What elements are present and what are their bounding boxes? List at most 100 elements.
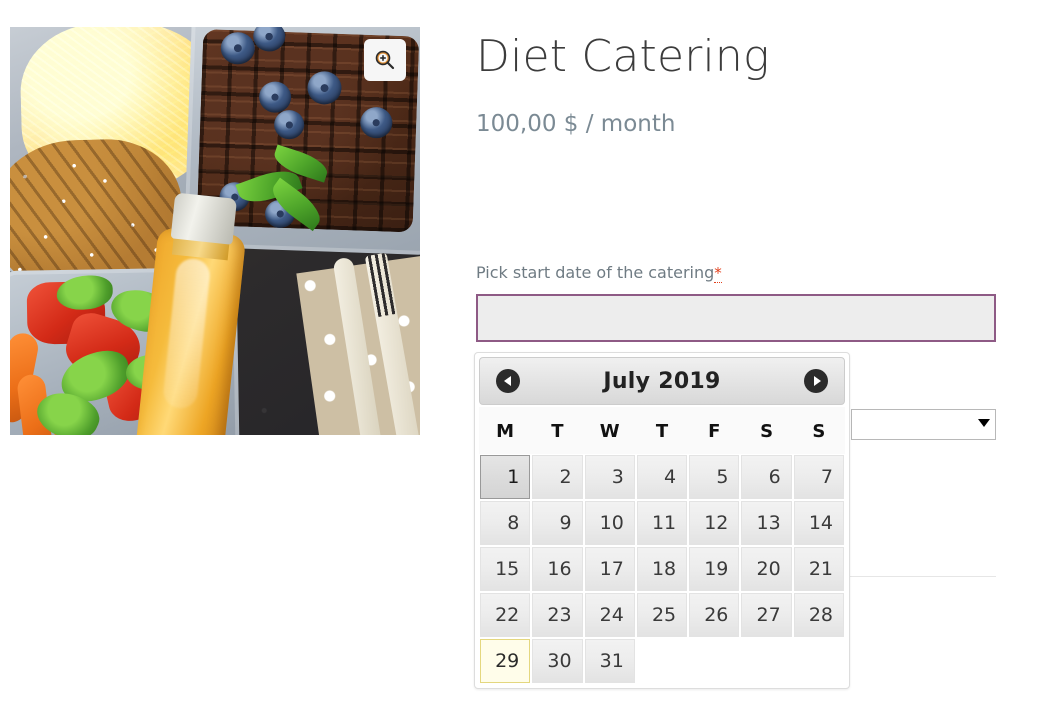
datepicker-prev-month-button[interactable]: [496, 369, 520, 393]
datepicker-day-8[interactable]: 8: [480, 501, 531, 545]
datepicker-cell: 29: [479, 638, 531, 684]
datepicker-day-22[interactable]: 22: [480, 593, 531, 637]
variation-select[interactable]: [851, 409, 996, 440]
datepicker-week-row: 29 30 31: [479, 638, 845, 684]
start-date-input[interactable]: [476, 294, 996, 342]
datepicker-next-month-button[interactable]: [804, 369, 828, 393]
chevron-right-icon: [813, 376, 821, 386]
datepicker-weekday-row: MTWTFSS: [479, 407, 845, 454]
datepicker-cell: 11: [636, 500, 688, 546]
datepicker-cell: 28: [793, 592, 845, 638]
datepicker-day-13[interactable]: 13: [741, 501, 792, 545]
datepicker-cell: 3: [584, 454, 636, 500]
datepicker-cell: 6: [740, 454, 792, 500]
datepicker-day-2[interactable]: 2: [532, 455, 583, 499]
datepicker-day-15[interactable]: 15: [480, 547, 531, 591]
datepicker-cell: 21: [793, 546, 845, 592]
datepicker-day-12[interactable]: 12: [689, 501, 740, 545]
datepicker-week-row: 8 9 10 11 12 13 14: [479, 500, 845, 546]
datepicker-empty-day: [741, 641, 791, 682]
datepicker-header: July 2019: [479, 357, 845, 405]
required-asterisk: *: [714, 264, 722, 283]
datepicker-day-17[interactable]: 17: [584, 547, 635, 591]
datepicker-weeks: 1 2 3 4 5 6 7 8 9 10 11 12 13 14 15 16 17 18 19 20 21 22 23 24 2…: [479, 454, 845, 684]
datepicker-day-24[interactable]: 24: [584, 593, 635, 637]
datepicker-cell: 22: [479, 592, 531, 638]
product-summary: Diet Catering 100,00 $ / month: [476, 0, 996, 137]
datepicker-cell: 26: [688, 592, 740, 638]
datepicker-day-3[interactable]: 3: [584, 455, 635, 499]
datepicker-cell: 25: [636, 592, 688, 638]
datepicker-calendar: MTWTFSS 1 2 3 4 5 6 7 8 9 10 11 12 13 14 15 16 17 18 19 20 2…: [479, 407, 845, 684]
datepicker-empty-day: [689, 641, 739, 682]
image-zoom-button[interactable]: [364, 39, 406, 81]
product-image-gallery[interactable]: [10, 27, 420, 435]
datepicker-day-23[interactable]: 23: [532, 593, 583, 637]
datepicker-empty-day: [794, 641, 844, 682]
datepicker-weekday-0: M: [479, 407, 532, 454]
datepicker-cell: 10: [584, 500, 636, 546]
datepicker-weekday-1: T: [531, 407, 584, 454]
datepicker-day-20[interactable]: 20: [741, 547, 792, 591]
datepicker-cell: 8: [479, 500, 531, 546]
datepicker-cell: 19: [688, 546, 740, 592]
datepicker-cell: [688, 638, 740, 684]
datepicker-cell: 4: [636, 454, 688, 500]
datepicker-empty-day: [637, 641, 687, 682]
datepicker-cell: [793, 638, 845, 684]
datepicker-day-28[interactable]: 28: [793, 593, 844, 637]
datepicker-day-30[interactable]: 30: [532, 639, 583, 683]
date-field-label: Pick start date of the catering*: [476, 263, 722, 283]
datepicker-cell: 31: [584, 638, 636, 684]
datepicker-cell: 16: [531, 546, 583, 592]
datepicker-day-5[interactable]: 5: [689, 455, 740, 499]
datepicker-day-7[interactable]: 7: [793, 455, 844, 499]
datepicker-day-21[interactable]: 21: [793, 547, 844, 591]
datepicker-day-4[interactable]: 4: [636, 455, 688, 499]
datepicker-cell: 30: [531, 638, 583, 684]
page-title: Diet Catering: [476, 31, 770, 82]
datepicker-day-1[interactable]: 1: [480, 455, 531, 499]
datepicker-weekday-6: S: [792, 407, 845, 454]
datepicker-day-31[interactable]: 31: [584, 639, 635, 683]
chevron-left-icon: [503, 376, 511, 386]
datepicker-day-16[interactable]: 16: [532, 547, 583, 591]
datepicker-cell: 15: [479, 546, 531, 592]
datepicker-cell: [740, 638, 792, 684]
datepicker-weekday-5: S: [740, 407, 793, 454]
datepicker-week-row: 15 16 17 18 19 20 21: [479, 546, 845, 592]
datepicker-cell: 27: [740, 592, 792, 638]
datepicker-month-year: July 2019: [603, 368, 721, 394]
datepicker-cell: 1: [479, 454, 531, 500]
datepicker-weekday-4: F: [688, 407, 741, 454]
datepicker-day-25[interactable]: 25: [636, 593, 688, 637]
datepicker-day-11[interactable]: 11: [636, 501, 688, 545]
datepicker-weekday-head: MTWTFSS: [479, 407, 845, 454]
datepicker-day-26[interactable]: 26: [689, 593, 740, 637]
datepicker-day-18[interactable]: 18: [636, 547, 688, 591]
datepicker-cell: [636, 638, 688, 684]
datepicker-day-9[interactable]: 9: [532, 501, 583, 545]
datepicker-cell: 2: [531, 454, 583, 500]
datepicker-cell: 9: [531, 500, 583, 546]
datepicker-week-row: 1234567: [479, 454, 845, 500]
datepicker-weekday-3: T: [635, 407, 689, 454]
datepicker-cell: 18: [636, 546, 688, 592]
datepicker-day-19[interactable]: 19: [689, 547, 740, 591]
datepicker-cell: 7: [793, 454, 845, 500]
datepicker-cell: 24: [584, 592, 636, 638]
datepicker-day-29[interactable]: 29: [480, 639, 531, 683]
datepicker-day-14[interactable]: 14: [793, 501, 844, 545]
datepicker-cell: 5: [688, 454, 740, 500]
datepicker-day-10[interactable]: 10: [584, 501, 635, 545]
datepicker-cell: 17: [584, 546, 636, 592]
date-label-text: Pick start date of the catering: [476, 263, 715, 282]
datepicker-day-6[interactable]: 6: [741, 455, 792, 499]
datepicker-panel[interactable]: July 2019 MTWTFSS 1 2 3 4 5 6 7 8 9 10 11 12 13 14 15 1…: [474, 352, 850, 689]
datepicker-week-row: 22 23 24 25 26 27 28: [479, 592, 845, 638]
datepicker-weekday-2: W: [583, 407, 636, 454]
product-price: 100,00 $ / month: [476, 110, 676, 137]
bottle-cap: [170, 192, 238, 245]
datepicker-day-27[interactable]: 27: [741, 593, 792, 637]
magnifier-plus-icon: [375, 50, 395, 70]
